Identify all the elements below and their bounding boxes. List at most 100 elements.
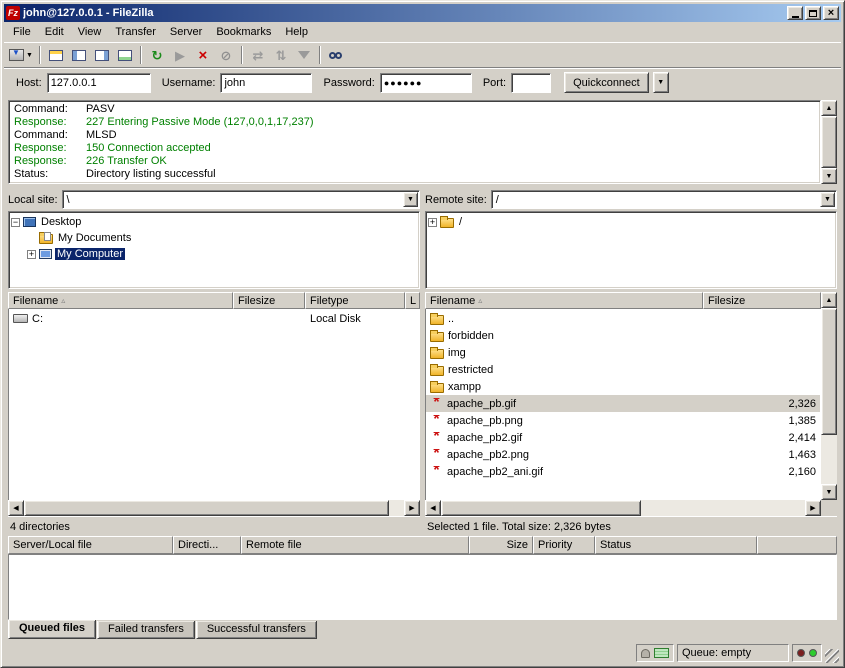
menu-transfer[interactable]: Transfer: [108, 24, 163, 40]
transfer-queue-list[interactable]: [8, 554, 837, 620]
remote-file-row[interactable]: xampp: [426, 378, 820, 395]
remote-file-row[interactable]: img: [426, 344, 820, 361]
column-header-filesize[interactable]: Filesize: [703, 292, 821, 309]
host-input[interactable]: [47, 73, 151, 93]
scroll-right-icon[interactable]: ▶: [805, 500, 821, 516]
port-input[interactable]: [511, 73, 551, 93]
username-input[interactable]: [220, 73, 312, 93]
remote-file-row[interactable]: apache_pb.png 1,385: [426, 412, 820, 429]
local-list-body: C: Local Disk: [8, 309, 420, 500]
column-header-status[interactable]: Status: [595, 536, 757, 554]
refresh-button[interactable]: ↻: [146, 44, 168, 66]
remote-hscrollbar[interactable]: ◀ ▶: [425, 500, 821, 516]
local-file-row[interactable]: C: Local Disk: [9, 310, 419, 327]
local-site-combo[interactable]: \ ▼: [62, 190, 420, 209]
resize-grip[interactable]: [825, 649, 839, 663]
tree-item-my-documents[interactable]: My Documents: [11, 230, 417, 246]
scroll-down-icon[interactable]: ▼: [821, 484, 837, 500]
quickconnect-dropdown-button[interactable]: ▼: [653, 72, 669, 93]
chevron-down-icon[interactable]: ▼: [820, 192, 835, 207]
column-header-remote-file[interactable]: Remote file: [241, 536, 469, 554]
menu-view[interactable]: View: [71, 24, 109, 40]
chevron-down-icon[interactable]: ▼: [403, 192, 418, 207]
local-hscrollbar[interactable]: ◀ ▶: [8, 500, 420, 516]
column-header-size[interactable]: Size: [469, 536, 533, 554]
remote-list-header: Filename▵ Filesize: [425, 292, 821, 309]
site-manager-button[interactable]: ▼: [7, 44, 35, 66]
remote-site-label: Remote site:: [425, 194, 487, 206]
log-scrollbar[interactable]: ▲ ▼: [821, 100, 837, 184]
disconnect-button[interactable]: ⊘: [215, 44, 237, 66]
scroll-down-icon[interactable]: ▼: [821, 168, 837, 184]
remote-file-row[interactable]: forbidden: [426, 327, 820, 344]
host-label: Host:: [16, 77, 42, 89]
minimize-button[interactable]: [787, 6, 803, 20]
scroll-up-icon[interactable]: ▲: [821, 292, 837, 308]
scrollbar-thumb[interactable]: [821, 116, 837, 168]
collapse-icon[interactable]: −: [11, 218, 20, 227]
transfer-queue-toggle-button[interactable]: [114, 44, 136, 66]
titlebar[interactable]: Fz john@127.0.0.1 - FileZilla ×: [4, 4, 841, 22]
close-icon: ×: [828, 8, 834, 19]
quickconnect-button[interactable]: Quickconnect: [564, 72, 649, 93]
cancel-button[interactable]: ×: [192, 44, 214, 66]
scrollbar-thumb[interactable]: [441, 500, 641, 516]
column-header-last-modified[interactable]: L: [405, 292, 420, 309]
remote-pane: Remote site: / ▼ + / Filename▵ Filesize: [425, 189, 837, 534]
remote-tree-toggle-button[interactable]: [91, 44, 113, 66]
scroll-left-icon[interactable]: ◀: [8, 500, 24, 516]
column-header-filename[interactable]: Filename▵: [425, 292, 703, 309]
scrollbar-thumb[interactable]: [24, 500, 389, 516]
scroll-up-icon[interactable]: ▲: [821, 100, 837, 116]
remote-file-row[interactable]: ..: [426, 310, 820, 327]
remote-file-row[interactable]: restricted: [426, 361, 820, 378]
directory-comparison-icon: ⇄: [252, 49, 263, 62]
tab-failed-transfers[interactable]: Failed transfers: [97, 621, 195, 639]
message-log-toggle-button[interactable]: [45, 44, 67, 66]
menu-edit[interactable]: Edit: [38, 24, 71, 40]
filter-button[interactable]: [293, 44, 315, 66]
tree-item-desktop[interactable]: − Desktop: [11, 214, 417, 230]
column-header-priority[interactable]: Priority: [533, 536, 595, 554]
maximize-button[interactable]: [805, 6, 821, 20]
quickconnect-bar: Host: Username: Password: Port: Quickcon…: [4, 67, 841, 97]
queue-tabs: Queued files Failed transfers Successful…: [4, 620, 841, 641]
column-header-server-local-file[interactable]: Server/Local file: [8, 536, 173, 554]
menu-help[interactable]: Help: [278, 24, 315, 40]
remote-tree-icon: [95, 50, 109, 61]
expand-icon[interactable]: +: [27, 250, 36, 259]
scrollbar-thumb[interactable]: [821, 308, 837, 435]
password-input[interactable]: [380, 73, 472, 93]
remote-file-row[interactable]: apache_pb2_ani.gif 2,160: [426, 463, 820, 480]
menu-bookmarks[interactable]: Bookmarks: [209, 24, 278, 40]
remote-file-row[interactable]: apache_pb2.gif 2,414: [426, 429, 820, 446]
scroll-right-icon[interactable]: ▶: [404, 500, 420, 516]
remote-site-combo[interactable]: / ▼: [491, 190, 837, 209]
scroll-left-icon[interactable]: ◀: [425, 500, 441, 516]
local-tree-toggle-button[interactable]: [68, 44, 90, 66]
toolbar-separator: [39, 46, 41, 64]
column-header-direction[interactable]: Directi...: [173, 536, 241, 554]
column-header-filename[interactable]: Filename▵: [8, 292, 233, 309]
expand-icon[interactable]: +: [428, 218, 437, 227]
column-header-filesize[interactable]: Filesize: [233, 292, 305, 309]
remote-file-row[interactable]: apache_pb2.png 1,463: [426, 446, 820, 463]
directory-comparison-button[interactable]: ⇄: [247, 44, 269, 66]
chevron-down-icon: ▼: [657, 79, 664, 86]
tree-item-root[interactable]: + /: [428, 214, 834, 230]
menu-server[interactable]: Server: [163, 24, 209, 40]
column-header-filetype[interactable]: Filetype: [305, 292, 405, 309]
log-line: Command:PASV: [10, 103, 819, 116]
find-files-button[interactable]: [325, 44, 347, 66]
menu-file[interactable]: File: [6, 24, 38, 40]
tree-item-my-computer[interactable]: + My Computer: [11, 246, 417, 262]
synchronized-browsing-button[interactable]: ⇅: [270, 44, 292, 66]
my-documents-icon: [39, 234, 53, 244]
tab-successful-transfers[interactable]: Successful transfers: [196, 621, 317, 639]
remote-file-row-selected[interactable]: apache_pb.gif 2,326: [426, 395, 820, 412]
remote-vscrollbar[interactable]: ▲ ▼: [821, 292, 837, 500]
cancel-icon: ×: [199, 49, 208, 62]
close-button[interactable]: ×: [823, 6, 839, 20]
process-queue-button[interactable]: ▶: [169, 44, 191, 66]
tab-queued-files[interactable]: Queued files: [8, 620, 96, 639]
